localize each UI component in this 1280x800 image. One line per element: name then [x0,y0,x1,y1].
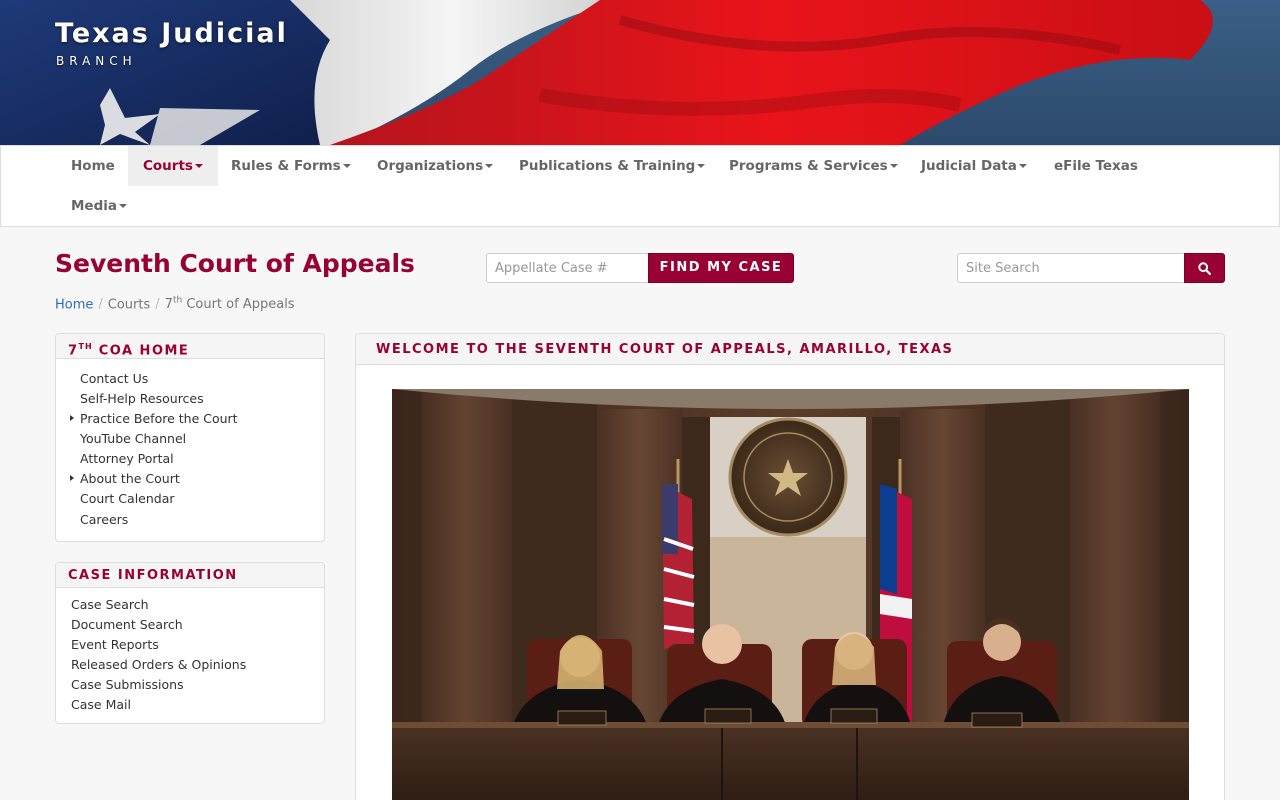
case-information-heading: CASE INFORMATION [56,563,324,588]
search-icon [1198,262,1211,275]
nav-label: eFile Texas [1054,158,1138,174]
nav-item-home[interactable]: Home [56,146,130,186]
nav-label: Rules & Forms [231,158,341,174]
nav-item-judicial-data[interactable]: Judicial Data [906,146,1042,186]
page-title: Seventh Court of Appeals [55,249,415,278]
caret-down-icon [485,164,494,168]
sidebar-item-attorney-portal[interactable]: Attorney Portal [80,451,174,466]
breadcrumb-current-suffix: th [172,296,183,306]
caret-down-icon [342,164,351,168]
breadcrumb-separator: / [98,297,103,313]
find-my-case-button[interactable]: FIND MY CASE [648,253,794,283]
nav-item-programs-services[interactable]: Programs & Services [714,146,913,186]
breadcrumb-current: 7th Court of Appeals [164,296,295,313]
caret-down-icon [697,164,706,168]
nav-label: Media [71,198,117,214]
welcome-panel: WELCOME TO THE SEVENTH COURT OF APPEALS,… [355,333,1225,800]
nav-label: Organizations [377,158,484,174]
nav-label: Programs & Services [729,158,888,174]
expand-arrow-icon[interactable] [70,415,74,421]
sidebar-item-event-reports[interactable]: Event Reports [71,637,159,652]
appellate-case-input[interactable] [486,253,649,283]
nav-item-courts[interactable]: Courts [128,146,218,186]
header-banner: Texas Judicial BRANCH [0,0,1280,145]
nav-item-publications-training[interactable]: Publications & Training [504,146,720,186]
caret-down-icon [119,204,127,208]
sidebar-item-youtube-channel[interactable]: YouTube Channel [80,431,186,446]
coa-home-panel: 7TH COA HOME Contact Us Self-Help Resour… [55,333,325,542]
coa-home-heading[interactable]: 7TH COA HOME [56,334,324,359]
breadcrumb: Home / Courts/7th Court of Appeals [55,296,295,312]
sidebar-item-court-calendar[interactable]: Court Calendar [80,491,175,506]
sidebar-item-case-search[interactable]: Case Search [71,597,149,612]
sidebar-item-released-orders[interactable]: Released Orders & Opinions [71,657,246,672]
site-search-input[interactable] [957,253,1185,283]
nav-label: Judicial Data [921,158,1017,174]
sidebar-item-case-mail[interactable]: Case Mail [71,697,131,712]
site-title[interactable]: Texas Judicial [55,18,288,49]
courtroom-photo-illustration [392,389,1189,800]
nav-item-rules-forms[interactable]: Rules & Forms [216,146,366,186]
sidebar-item-careers[interactable]: Careers [80,512,128,527]
sidebar-item-practice-before-court[interactable]: Practice Before the Court [80,411,238,426]
site-search-button[interactable] [1184,253,1225,283]
main-nav: Home Courts Rules & Forms Organizations … [0,145,1280,227]
justices-photo [392,389,1189,800]
welcome-heading: WELCOME TO THE SEVENTH COURT OF APPEALS,… [356,334,1224,365]
coa-heading-num: 7 [68,343,79,359]
sidebar-item-case-submissions[interactable]: Case Submissions [71,677,184,692]
sidebar-item-document-search[interactable]: Document Search [71,617,183,632]
caret-down-icon [1018,164,1027,168]
nav-label: Home [71,158,115,174]
expand-arrow-icon[interactable] [70,475,74,481]
coa-heading-rest: COA HOME [92,343,190,359]
nav-label: Publications & Training [519,158,696,174]
sidebar-item-contact-us[interactable]: Contact Us [80,371,148,386]
nav-label: Courts [143,158,193,174]
coa-heading-sup: TH [78,342,93,351]
breadcrumb-separator: / [155,297,160,313]
breadcrumb-courts[interactable]: Courts [108,297,151,312]
caret-down-icon [889,164,898,168]
nav-item-efile-texas[interactable]: eFile Texas [1039,146,1153,186]
breadcrumb-current-rest: Court of Appeals [182,297,295,313]
breadcrumb-current-ordinal: 7 [164,297,173,313]
case-information-panel: CASE INFORMATION Case Search Document Se… [55,562,325,724]
caret-down-icon [194,164,203,168]
site-subtitle: BRANCH [56,54,137,68]
breadcrumb-home[interactable]: Home [55,297,93,312]
nav-item-organizations[interactable]: Organizations [362,146,508,186]
sidebar-item-about-court[interactable]: About the Court [80,471,180,486]
sidebar-item-self-help[interactable]: Self-Help Resources [80,391,204,406]
nav-item-media[interactable]: Media [56,186,142,226]
